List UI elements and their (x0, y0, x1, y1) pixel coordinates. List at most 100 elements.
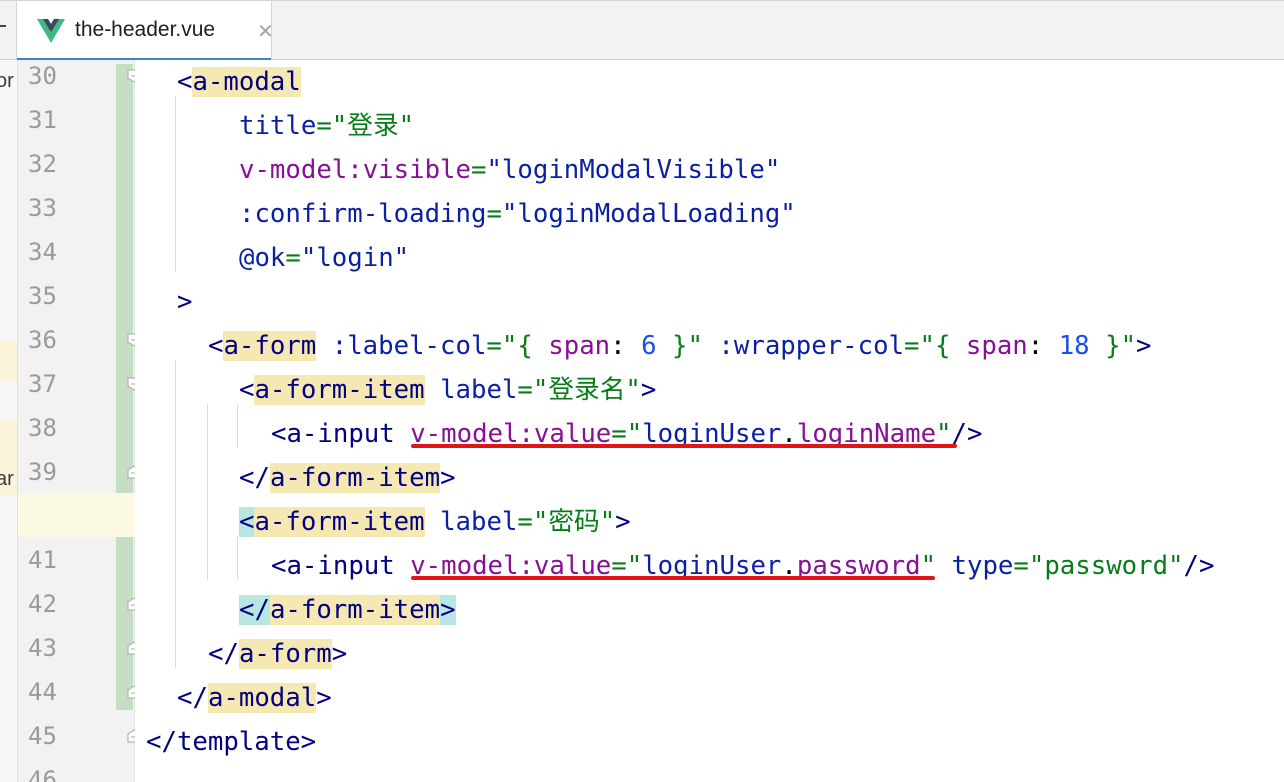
code-line-33[interactable]: :confirm-loading="loginModalLoading" (239, 192, 796, 236)
project-panel-highlight (0, 342, 17, 382)
code-line-39[interactable]: </a-form-item> (239, 456, 456, 500)
vue-logo-icon (37, 19, 65, 43)
code-line-35[interactable]: > (177, 280, 192, 324)
tag-name: a-modal (192, 67, 301, 97)
line-number[interactable]: 38 (28, 406, 68, 450)
code-line-41[interactable]: <a-input v-model:value="loginUser.passwo… (271, 544, 1214, 588)
code-line-37[interactable]: <a-form-item label="登录名"> (239, 368, 656, 412)
attribute-name: title (239, 111, 317, 141)
annotation-underline (411, 576, 935, 580)
project-panel-text-fragment: ar (0, 468, 14, 490)
expression-close: }" (656, 331, 703, 361)
code-line-45[interactable]: </template> (146, 720, 316, 764)
attribute-name: type (951, 551, 1014, 581)
close-tab-icon[interactable]: ✕ (257, 19, 274, 43)
equals-sign: = (517, 507, 533, 537)
equals-sign: = (470, 155, 487, 185)
colon: : (1027, 331, 1059, 361)
tag-close-bracket: > (440, 463, 456, 493)
project-panel-edge[interactable]: or ar (0, 60, 18, 782)
tag-open-bracket: < (208, 331, 224, 361)
line-number[interactable]: 31 (28, 98, 68, 142)
line-number[interactable]: 30 (28, 54, 68, 98)
indent-guide (237, 536, 238, 580)
attribute-value: "密码" (532, 507, 616, 537)
binding-name: :label-col (331, 331, 487, 361)
attribute-value: "loginModalVisible" (486, 155, 781, 185)
tag-close-bracket: > (615, 507, 631, 537)
indent-guide (237, 404, 238, 448)
attribute-value: "password" (1028, 551, 1184, 581)
line-number[interactable]: 34 (28, 230, 68, 274)
tag-close-bracket: > (316, 683, 332, 713)
tag-open-bracket: </ (208, 639, 239, 669)
line-number[interactable]: 39 (28, 450, 68, 494)
line-number[interactable]: 36 (28, 318, 68, 362)
tag-name: a-form-item (269, 595, 441, 625)
code-line-40[interactable]: <a-form-item label="密码"> (239, 500, 631, 544)
indent-guide (175, 96, 176, 272)
tag-close-bracket: > (440, 595, 456, 625)
tag-name: a-form (223, 331, 317, 361)
line-number[interactable]: 32 (28, 142, 68, 186)
line-number[interactable]: 46 (28, 758, 68, 782)
equals-sign: = (285, 243, 301, 273)
equals-sign: = (1013, 551, 1029, 581)
binding-name: :wrapper-col (718, 331, 905, 361)
attribute-name: label (440, 375, 518, 405)
tag-open-bracket: </ (239, 595, 270, 625)
directive-name: v-model:visible (239, 155, 471, 185)
line-number[interactable]: 42 (28, 582, 68, 626)
number: 6 (641, 331, 657, 361)
attribute-value: "登录名" (532, 375, 641, 405)
attribute-value: "登录" (331, 111, 415, 141)
code-line-31[interactable]: title="登录" (239, 104, 414, 148)
editor-tab-bar: the-header.vue ✕ (0, 0, 1284, 62)
tag-name: a-form-item (269, 463, 441, 493)
equals-sign: = (486, 199, 502, 229)
code-line-44[interactable]: </a-modal> (177, 676, 332, 720)
code-line-36[interactable]: <a-form :label-col="{ span: 6 }" :wrappe… (208, 324, 1152, 368)
code-line-38[interactable]: <a-input v-model:value="loginUser.loginN… (271, 412, 982, 456)
tag-open-bracket: </ (177, 683, 208, 713)
annotation-underline (411, 444, 957, 448)
object-key: span (965, 331, 1028, 361)
binding-name: :confirm-loading (239, 199, 487, 229)
code-line-30[interactable]: <a-modal (177, 60, 301, 104)
tag-open-bracket: </ (239, 463, 270, 493)
indent-guide (207, 404, 208, 580)
tag-name: a-form-item (254, 507, 425, 537)
number: 18 (1058, 331, 1090, 361)
expression-close: }" (1089, 331, 1137, 361)
line-number[interactable]: 41 (28, 538, 68, 582)
project-panel-text-fragment: or (0, 70, 14, 92)
expression-open: ="{ (486, 331, 549, 361)
tab-title: the-header.vue (75, 18, 216, 41)
object-key: span (548, 331, 611, 361)
tab-the-header-vue[interactable]: the-header.vue ✕ (16, 1, 274, 62)
code-line-43[interactable]: </a-form> (208, 632, 347, 676)
tab-scroll-left-icon[interactable] (0, 25, 6, 27)
code-line-42[interactable]: </a-form-item> (239, 588, 456, 632)
event-name: @ok (239, 243, 286, 273)
tag-open-bracket: < (271, 551, 287, 581)
tag-open-bracket: < (271, 419, 287, 449)
line-number[interactable]: 37 (28, 362, 68, 406)
equals-sign: = (517, 375, 533, 405)
colon: : (610, 331, 642, 361)
line-number[interactable]: 33 (28, 186, 68, 230)
line-number[interactable]: 44 (28, 670, 68, 714)
code-line-34[interactable]: @ok="login" (239, 236, 409, 280)
line-number[interactable]: 45 (28, 714, 68, 758)
tag-close-bracket: > (640, 375, 657, 405)
line-number[interactable]: 35 (28, 274, 68, 318)
indent-guide (175, 360, 176, 668)
tag-open-bracket: </ (146, 727, 177, 757)
code-editor[interactable]: <a-modal title="登录" v-model:visible="log… (135, 60, 1284, 782)
attribute-value: "loginModalLoading" (501, 199, 796, 229)
code-line-32[interactable]: v-model:visible="loginModalVisible" (239, 148, 780, 192)
tag-open-bracket: < (239, 375, 255, 405)
line-number[interactable]: 43 (28, 626, 68, 670)
tag-name: a-input (286, 419, 395, 449)
tag-name: a-input (286, 551, 395, 581)
